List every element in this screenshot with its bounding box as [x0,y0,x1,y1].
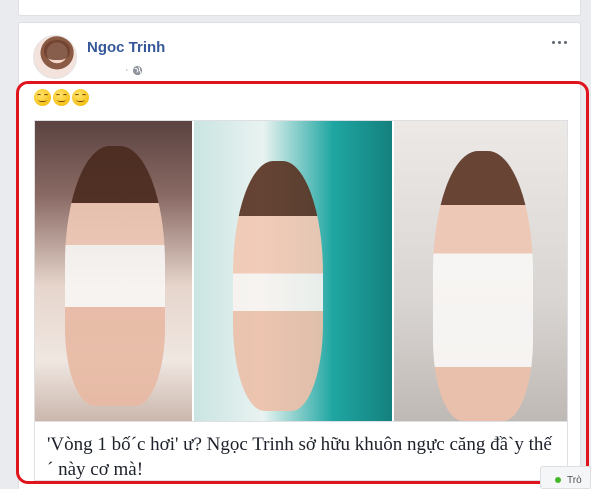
photo-divider [192,121,194,421]
author-avatar[interactable] [33,35,77,79]
link-preview[interactable]: 'Vòng 1 bố´c hơi' ư? Ngọc Trinh sở hữu k… [34,120,568,481]
link-preview-title[interactable]: 'Vòng 1 bố´c hơi' ư? Ngọc Trinh sở hữu k… [35,421,567,480]
meta-separator: · [125,64,129,76]
preview-photo-3[interactable] [393,121,567,421]
smile-emoji-icon [72,89,89,106]
post-meta: · [125,63,143,77]
preview-photo-1[interactable] [35,121,193,421]
post-text-emojis [34,89,89,109]
smile-emoji-icon [53,89,70,106]
preview-photo-2[interactable] [193,121,393,421]
more-options-icon[interactable] [550,37,568,47]
online-dot-icon [555,477,561,483]
smile-emoji-icon [34,89,51,106]
preview-photo-collage[interactable] [35,121,567,421]
author-name[interactable]: Ngoc Trinh [87,39,165,56]
chat-corner-button[interactable]: Trò [540,466,591,489]
chat-corner-label: Trò [567,475,582,486]
globe-icon[interactable] [132,65,143,76]
previous-post-edge [0,0,591,16]
photo-divider [392,121,394,421]
